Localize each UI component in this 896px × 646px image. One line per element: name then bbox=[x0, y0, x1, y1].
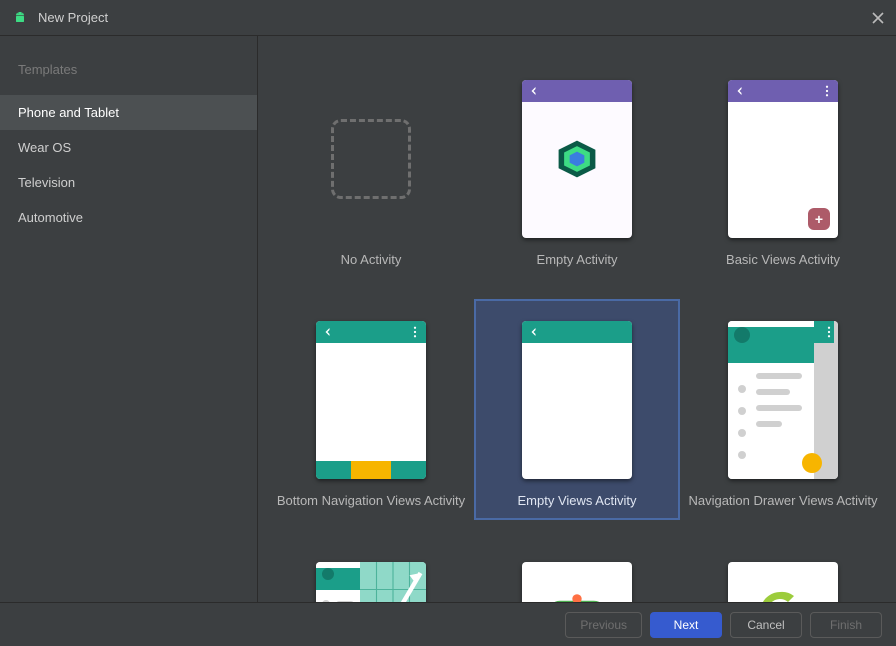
sidebar-header: Templates bbox=[0, 56, 257, 95]
cpp-logo-icon: + + bbox=[748, 587, 818, 602]
template-preview bbox=[522, 562, 632, 602]
template-preview bbox=[316, 321, 426, 479]
previous-button[interactable]: Previous bbox=[565, 612, 642, 638]
overflow-icon bbox=[410, 325, 420, 339]
template-nav-drawer[interactable]: Navigation Drawer Views Activity bbox=[680, 299, 886, 520]
sidebar-item-label: Automotive bbox=[18, 210, 83, 225]
template-responsive[interactable]: Responsive Views Activity bbox=[268, 540, 474, 602]
cancel-button[interactable]: Cancel bbox=[730, 612, 802, 638]
template-preview bbox=[522, 321, 632, 479]
template-preview bbox=[728, 321, 838, 479]
dashed-box-icon bbox=[331, 119, 411, 199]
back-arrow-icon bbox=[734, 85, 746, 97]
template-label: No Activity bbox=[341, 252, 402, 275]
button-label: Finish bbox=[830, 618, 862, 632]
sidebar-item-television[interactable]: Television bbox=[0, 165, 257, 200]
footer: Previous Next Cancel Finish bbox=[0, 602, 896, 646]
sidebar-item-label: Wear OS bbox=[18, 140, 71, 155]
detail-pane-icon bbox=[360, 562, 426, 602]
gamepad-icon bbox=[547, 592, 607, 602]
template-preview: + bbox=[728, 80, 838, 238]
close-icon[interactable] bbox=[872, 12, 884, 24]
fab-icon: + bbox=[808, 208, 830, 230]
template-label: Empty Views Activity bbox=[518, 493, 637, 516]
template-preview bbox=[316, 562, 426, 602]
sidebar-item-phone-tablet[interactable]: Phone and Tablet bbox=[0, 95, 257, 130]
template-preview bbox=[316, 80, 426, 238]
window-title: New Project bbox=[38, 10, 872, 25]
bottom-nav-bar-icon bbox=[316, 461, 426, 479]
sidebar-item-automotive[interactable]: Automotive bbox=[0, 200, 257, 235]
template-bottom-nav[interactable]: Bottom Navigation Views Activity bbox=[268, 299, 474, 520]
template-label: Bottom Navigation Views Activity bbox=[277, 493, 465, 516]
sidebar-item-wear-os[interactable]: Wear OS bbox=[0, 130, 257, 165]
android-icon bbox=[12, 10, 28, 26]
sidebar: Templates Phone and Tablet Wear OS Telev… bbox=[0, 36, 258, 602]
template-native-cpp[interactable]: + + Native C++ bbox=[680, 540, 886, 602]
template-gallery: No Activity Empty Activi bbox=[258, 36, 896, 602]
template-label: Basic Views Activity bbox=[726, 252, 840, 275]
template-label: Navigation Drawer Views Activity bbox=[688, 493, 877, 516]
titlebar: New Project bbox=[0, 0, 896, 36]
template-empty-views[interactable]: Empty Views Activity bbox=[474, 299, 680, 520]
sidebar-item-label: Television bbox=[18, 175, 75, 190]
template-preview bbox=[522, 80, 632, 238]
overflow-icon bbox=[824, 325, 834, 339]
back-arrow-icon bbox=[528, 326, 540, 338]
template-game[interactable]: Game Activity (C++) bbox=[474, 540, 680, 602]
template-no-activity[interactable]: No Activity bbox=[268, 58, 474, 279]
button-label: Cancel bbox=[747, 618, 784, 632]
back-arrow-icon bbox=[322, 326, 334, 338]
template-empty-activity[interactable]: Empty Activity bbox=[474, 58, 680, 279]
button-label: Previous bbox=[580, 618, 627, 632]
compose-logo-icon bbox=[554, 136, 600, 182]
finish-button[interactable]: Finish bbox=[810, 612, 882, 638]
overflow-icon bbox=[822, 84, 832, 98]
template-label: Empty Activity bbox=[537, 252, 618, 275]
template-basic-views[interactable]: + Basic Views Activity bbox=[680, 58, 886, 279]
sidebar-item-label: Phone and Tablet bbox=[18, 105, 119, 120]
drawer-panel-icon bbox=[728, 321, 814, 479]
template-preview: + + bbox=[728, 562, 838, 602]
button-label: Next bbox=[674, 618, 699, 632]
next-button[interactable]: Next bbox=[650, 612, 722, 638]
